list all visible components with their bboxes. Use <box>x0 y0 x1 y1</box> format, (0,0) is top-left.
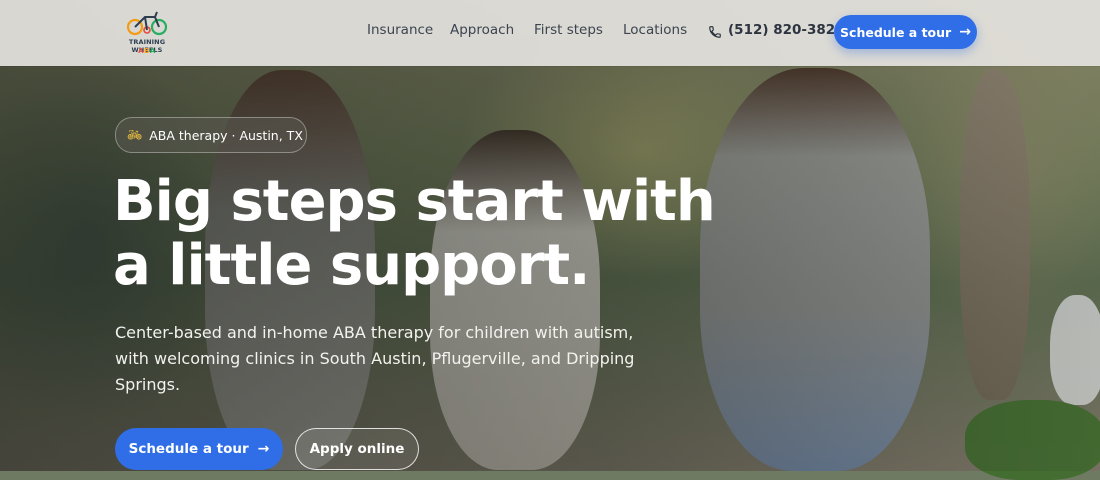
arrow-right-icon: → <box>257 441 270 457</box>
header-cta-label: Schedule a tour <box>840 24 952 40</box>
hero-title-line2: a little support. <box>113 233 590 298</box>
bicycle-logo-icon <box>126 11 168 36</box>
bicycle-icon: 🚲︎ <box>127 128 143 142</box>
nav-first-steps[interactable]: First steps <box>534 22 603 38</box>
secondary-button-label: Apply online <box>309 441 405 457</box>
location-badge: 🚲︎ ABA therapy · Austin, TX <box>115 117 307 153</box>
logo-aba: ABA <box>138 47 156 55</box>
hero-subtitle: Center-based and in-home ABA therapy for… <box>115 323 635 394</box>
badge-text: ABA therapy · Austin, TX <box>149 127 303 143</box>
hero-title-line1: Big steps start with <box>113 169 716 234</box>
schedule-tour-button[interactable]: Schedule a tour → <box>115 428 283 470</box>
site-header: TRAINING WHEELS ABA Insurance Approach F… <box>0 0 1100 66</box>
hero-title: Big steps start with a little support. <box>113 170 833 298</box>
primary-button-label: Schedule a tour <box>128 441 249 457</box>
apply-online-button[interactable]: Apply online <box>295 428 419 470</box>
phone-number: (512) 820-3825 <box>728 22 845 38</box>
site-logo[interactable]: TRAINING WHEELS ABA <box>115 8 179 56</box>
phone-icon <box>709 26 721 38</box>
nav-approach[interactable]: Approach <box>450 22 514 38</box>
arrow-right-icon: → <box>959 24 971 40</box>
header-schedule-tour-button[interactable]: Schedule a tour → <box>834 15 977 49</box>
nav-insurance[interactable]: Insurance <box>367 22 433 38</box>
nav-locations[interactable]: Locations <box>623 22 687 38</box>
